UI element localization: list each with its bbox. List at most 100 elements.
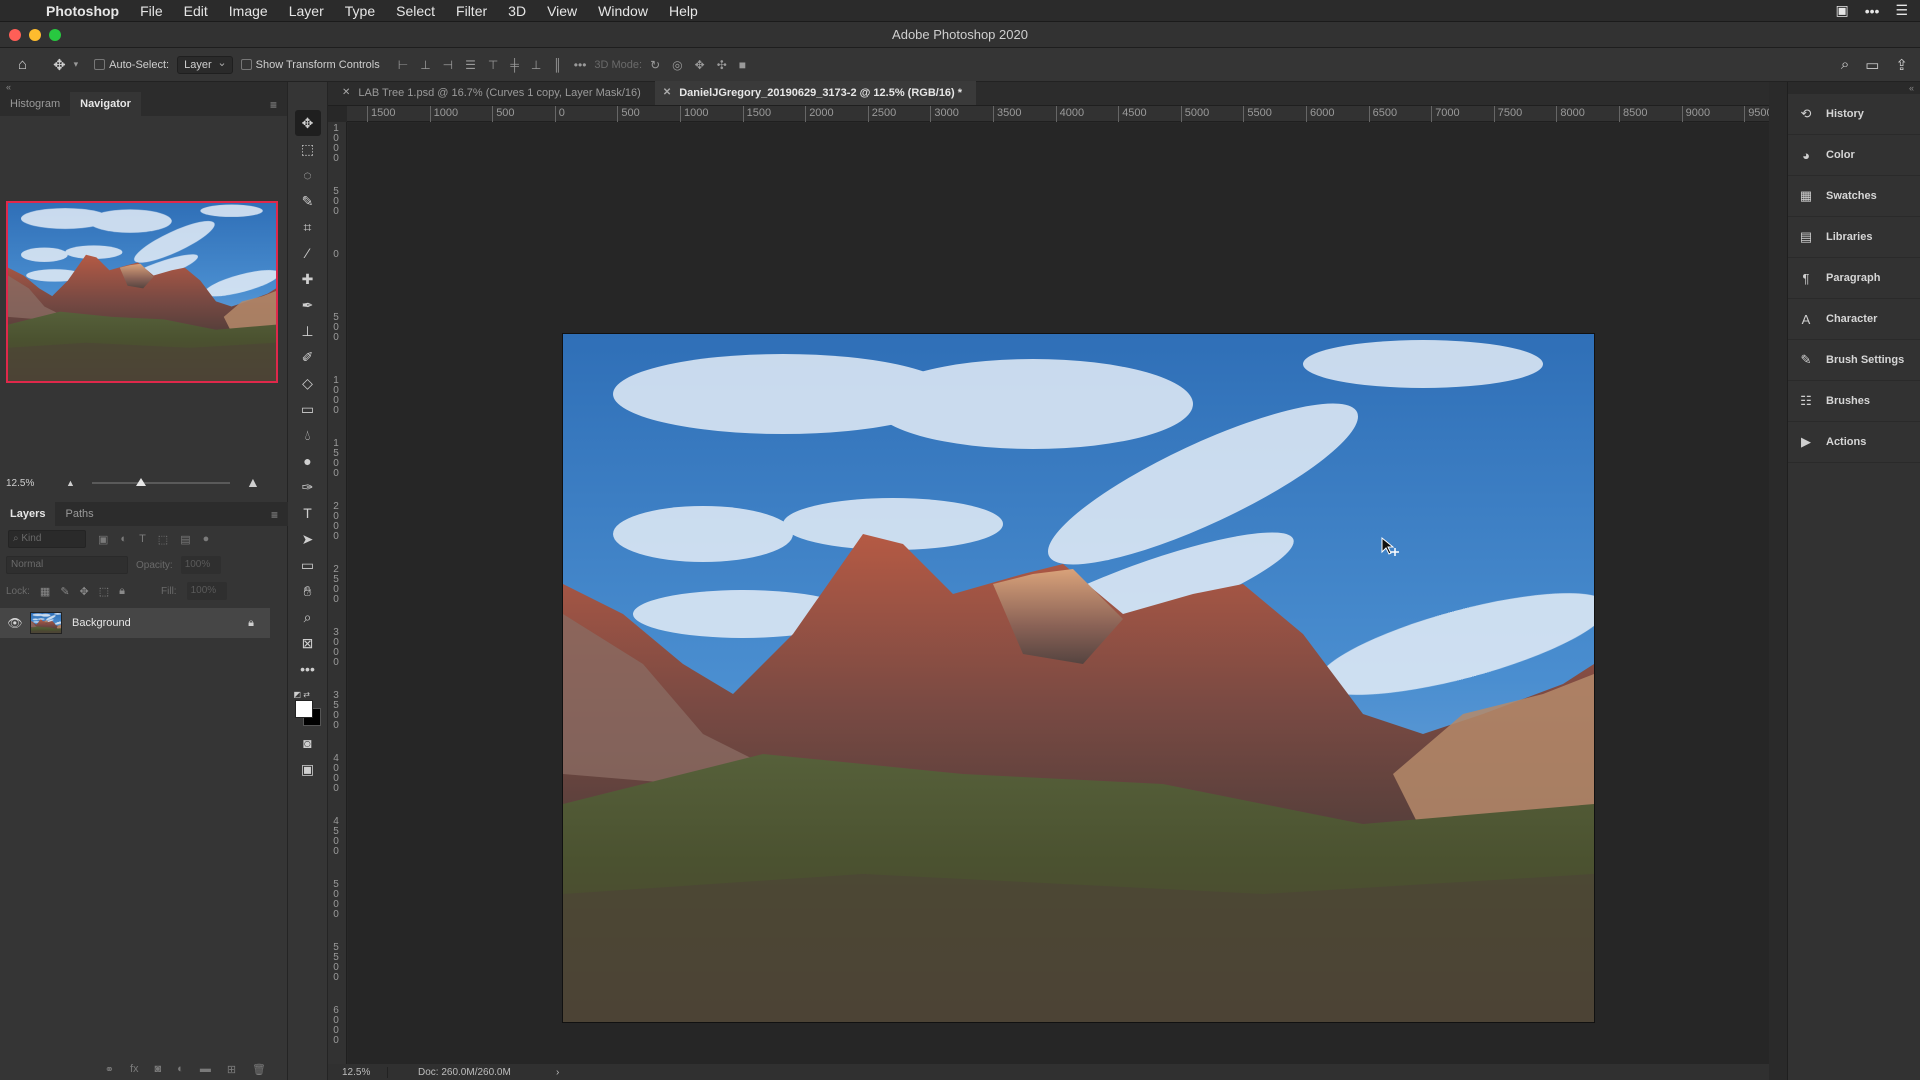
frame-tool-icon[interactable]: ⊠	[295, 630, 321, 656]
filter-smart-object-icon[interactable]: ▤	[180, 533, 190, 546]
filter-toggle-icon[interactable]: ●	[203, 533, 210, 545]
screen-share-icon[interactable]: ▣	[1835, 2, 1848, 19]
3d-orbit-icon[interactable]: ↻	[650, 58, 660, 72]
more-icon[interactable]: •••	[1865, 3, 1880, 19]
rectangle-tool-icon[interactable]: ▭	[295, 552, 321, 578]
pen-tool-icon[interactable]: ✑	[295, 474, 321, 500]
home-icon[interactable]: ⌂	[18, 56, 27, 73]
document-tab-1[interactable]: ✕ LAB Tree 1.psd @ 16.7% (Curves 1 copy, …	[334, 81, 655, 105]
align-center-h-icon[interactable]: ⊥	[420, 58, 430, 72]
3d-slide-icon[interactable]: ✣	[717, 58, 727, 72]
panel-actions[interactable]: ▶ Actions	[1788, 422, 1920, 463]
eraser-tool-icon[interactable]: ◇	[295, 370, 321, 396]
edit-toolbar-icon[interactable]: •••	[295, 656, 321, 682]
add-mask-icon[interactable]: ◙	[155, 1063, 162, 1075]
panel-brushes[interactable]: ☷ Brushes	[1788, 381, 1920, 422]
eyedropper-tool-icon[interactable]: ⁄	[295, 240, 321, 266]
zoom-window-button[interactable]	[49, 29, 61, 41]
lock-image-icon[interactable]: ✎	[60, 585, 69, 598]
menu-select[interactable]: Select	[396, 3, 435, 19]
new-group-icon[interactable]: ▬	[200, 1063, 211, 1075]
lock-artboard-icon[interactable]: ⬚	[99, 585, 109, 598]
distribute-h-icon[interactable]: ☰	[465, 58, 476, 72]
menu-edit[interactable]: Edit	[184, 3, 208, 19]
show-transform-controls-checkbox[interactable]: Show Transform Controls	[240, 59, 380, 71]
menu-image[interactable]: Image	[229, 3, 268, 19]
filter-shape-icon[interactable]: ⬚	[158, 533, 168, 546]
new-layer-icon[interactable]: ⊞	[227, 1063, 236, 1076]
menu-type[interactable]: Type	[345, 3, 375, 19]
foreground-color-swatch[interactable]	[294, 700, 313, 718]
eye-icon[interactable]: 👁︎	[0, 616, 30, 630]
panel-swatches[interactable]: ▦ Swatches	[1788, 176, 1920, 217]
tab-paths[interactable]: Paths	[55, 502, 103, 526]
menu-list-icon[interactable]: ☰	[1895, 2, 1908, 19]
adjustment-layer-icon[interactable]: ◐	[177, 1063, 184, 1075]
fill-field[interactable]: 100%	[186, 582, 227, 600]
apple-logo-icon[interactable]	[12, 3, 28, 19]
zoom-slider[interactable]	[92, 478, 230, 486]
dodge-tool-icon[interactable]: ●	[295, 448, 321, 474]
distribute-v-icon[interactable]: ║	[553, 58, 562, 72]
auto-select-dropdown[interactable]: Layer	[177, 55, 233, 74]
document-tab-2[interactable]: ✕ DanielJGregory_20190629_3173-2 @ 12.5% …	[654, 81, 977, 105]
marquee-tool-icon[interactable]: ⬚	[295, 136, 321, 162]
layer-row[interactable]: 👁︎ Background 🔒︎	[0, 608, 270, 638]
zoom-tool-icon[interactable]: ⌕	[295, 604, 321, 630]
lock-transparent-icon[interactable]: ▦	[40, 585, 50, 598]
zoom-in-icon[interactable]: ▲	[246, 474, 260, 490]
align-bottom-icon[interactable]: ⊥	[531, 58, 541, 72]
layer-kind-filter[interactable]: ⌕ Kind	[8, 530, 86, 548]
menu-3d[interactable]: 3D	[508, 3, 526, 19]
filter-type-icon[interactable]: T	[139, 533, 146, 545]
expand-panels-icon[interactable]: «	[1788, 82, 1920, 94]
minimize-window-button[interactable]	[29, 29, 41, 41]
chevron-right-icon[interactable]: ›	[556, 1067, 559, 1078]
panel-libraries[interactable]: ▤ Libraries	[1788, 217, 1920, 258]
menu-layer[interactable]: Layer	[289, 3, 324, 19]
lasso-tool-icon[interactable]: ◌	[295, 162, 321, 188]
3d-roll-icon[interactable]: ◎	[672, 58, 682, 72]
menu-filter[interactable]: Filter	[456, 3, 487, 19]
lock-position-icon[interactable]: ✥	[80, 585, 89, 598]
lock-all-icon[interactable]: 🔒︎	[119, 585, 125, 598]
navigator-zoom-value[interactable]: 12.5%	[6, 478, 58, 489]
close-tab-icon[interactable]: ✕	[342, 81, 350, 105]
collapse-panel-icon[interactable]: «	[0, 82, 287, 92]
layers-menu-icon[interactable]: ≡	[271, 508, 278, 522]
opacity-field[interactable]: 100%	[180, 556, 221, 574]
hand-tool-icon[interactable]: ✋︎	[295, 578, 321, 604]
menu-file[interactable]: File	[140, 3, 163, 19]
zoom-out-icon[interactable]: ▲	[66, 478, 75, 488]
layer-name[interactable]: Background	[72, 617, 131, 629]
brush-tool-icon[interactable]: ✒	[295, 292, 321, 318]
panel-character[interactable]: A Character	[1788, 299, 1920, 340]
history-brush-tool-icon[interactable]: ✐	[295, 344, 321, 370]
status-zoom[interactable]: 12.5%	[328, 1066, 388, 1078]
tab-histogram[interactable]: Histogram	[0, 92, 70, 116]
document-canvas-image[interactable]	[563, 334, 1594, 1022]
delete-layer-icon[interactable]: 🗑︎	[252, 1063, 266, 1076]
workspace-icon[interactable]: ▭	[1865, 56, 1879, 74]
close-window-button[interactable]	[9, 29, 21, 41]
type-tool-icon[interactable]: T	[295, 500, 321, 526]
menu-app-photoshop[interactable]: Photoshop	[46, 3, 119, 19]
search-icon[interactable]: ⌕	[1841, 56, 1849, 74]
panel-brush-settings[interactable]: ✎ Brush Settings	[1788, 340, 1920, 381]
navigator-preview[interactable]	[6, 201, 278, 383]
path-selection-tool-icon[interactable]: ➤	[295, 526, 321, 552]
healing-brush-tool-icon[interactable]: ✚	[295, 266, 321, 292]
3d-pan-icon[interactable]: ✥	[695, 58, 705, 72]
move-tool-icon[interactable]: ✥	[294, 110, 321, 136]
panel-color[interactable]: ◕ Color	[1788, 135, 1920, 176]
align-left-icon[interactable]: ⊢	[398, 58, 408, 72]
zoom-slider-handle[interactable]	[136, 478, 146, 486]
blur-tool-icon[interactable]: 💧︎	[295, 422, 321, 448]
clone-stamp-tool-icon[interactable]: ⊥	[295, 318, 321, 344]
layer-style-icon[interactable]: fx	[130, 1063, 139, 1075]
tab-layers[interactable]: Layers	[0, 502, 56, 526]
menu-view[interactable]: View	[547, 3, 577, 19]
panel-paragraph[interactable]: ¶ Paragraph	[1788, 258, 1920, 299]
share-icon[interactable]: ⇪	[1895, 56, 1908, 74]
link-layers-icon[interactable]: ⚭	[105, 1063, 114, 1076]
